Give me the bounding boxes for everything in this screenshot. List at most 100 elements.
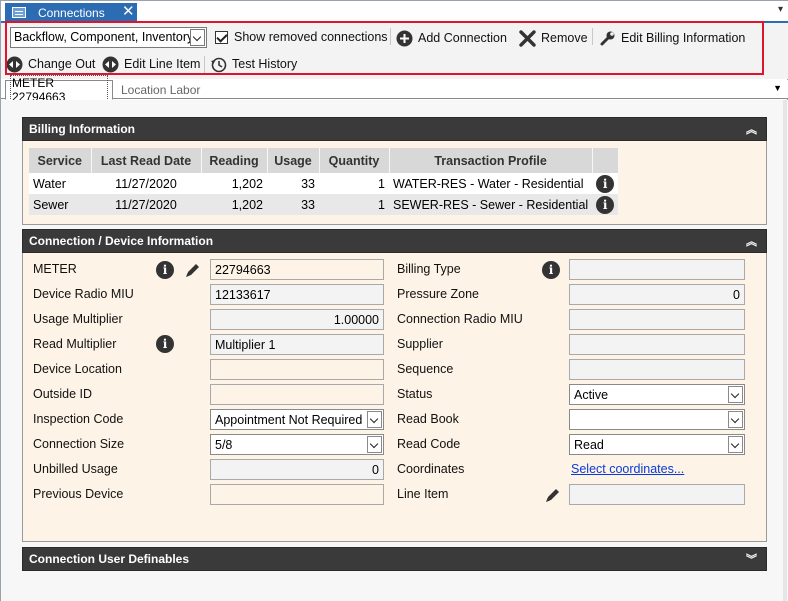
read-code-select[interactable]: Read [569, 434, 745, 455]
info-icon[interactable]: i [156, 261, 174, 279]
tab-overflow-icon[interactable]: ▾ [778, 4, 783, 15]
status-select[interactable]: Active [569, 384, 745, 405]
info-icon[interactable]: i [596, 195, 615, 214]
status-value: Active [574, 388, 609, 402]
add-connection-label: Add Connection [418, 31, 507, 45]
connection-size-label: Connection Size [33, 437, 125, 451]
device-location-field[interactable] [210, 359, 384, 380]
column-header [592, 148, 619, 173]
info-icon[interactable]: i [596, 174, 615, 193]
user-definables-panel-header[interactable]: Connection User Definables ︾ [22, 547, 767, 571]
sequence-field[interactable] [569, 359, 745, 380]
filter-combo[interactable]: Backflow, Component, Inventory [10, 27, 207, 48]
tab-meter[interactable]: METER 22794663 [5, 75, 113, 105]
test-history-button[interactable]: Test History [210, 54, 297, 74]
billing-type-field[interactable] [569, 259, 745, 280]
connection-panel-header[interactable]: Connection / Device Information ︽ [22, 229, 767, 253]
history-clock-icon [211, 57, 227, 72]
connection-radio-miu-field[interactable] [569, 309, 745, 330]
add-connection-button[interactable]: Add Connection [396, 28, 507, 48]
pencil-icon[interactable] [184, 261, 202, 279]
connections-window: Connections ✕ ▾ Backflow, Component, Inv… [0, 0, 788, 601]
window-icon [12, 7, 26, 18]
collapse-icon[interactable]: ︽ [746, 233, 757, 249]
change-out-button[interactable]: Change Out [6, 54, 95, 74]
expand-icon[interactable]: ︾ [746, 551, 757, 567]
inspection-code-select[interactable]: Appointment Not Required [210, 409, 384, 430]
billing-type-label: Billing Type [397, 262, 461, 276]
toolbar-separator [204, 56, 205, 73]
usage-multiplier-field[interactable]: 1.00000 [210, 309, 384, 330]
chevron-down-icon[interactable] [367, 411, 382, 428]
chevron-down-icon[interactable] [728, 386, 743, 403]
chevron-down-icon[interactable] [367, 436, 382, 453]
tab-menu-icon[interactable]: ▼ [773, 83, 782, 93]
remove-label: Remove [541, 31, 588, 45]
tab-location-labor[interactable]: Location Labor [116, 80, 205, 99]
vertical-scrollbar[interactable] [783, 100, 787, 601]
unbilled-usage-field[interactable]: 0 [210, 459, 384, 480]
billing-table: Service Last Read Date Reading Usage Qua… [29, 148, 619, 215]
info-icon[interactable]: i [156, 335, 174, 353]
table-cell: 11/27/2020 [91, 173, 201, 194]
edit-billing-button[interactable]: Edit Billing Information [599, 28, 745, 48]
usage-multiplier-label: Usage Multiplier [33, 312, 123, 326]
pencil-icon[interactable] [544, 486, 562, 504]
pressure-zone-field[interactable]: 0 [569, 284, 745, 305]
show-removed-checkbox[interactable]: Show removed connections [215, 27, 388, 47]
tab-connections-label: Connections [38, 6, 105, 20]
read-multiplier-field[interactable]: Multiplier 1 [210, 334, 384, 355]
column-header[interactable]: Usage [267, 148, 320, 173]
read-book-label: Read Book [397, 412, 459, 426]
supplier-label: Supplier [397, 337, 443, 351]
table-cell: 33 [267, 173, 319, 194]
connection-panel-title: Connection / Device Information [29, 234, 214, 248]
tab-location-labor-label: Location Labor [121, 82, 201, 97]
table-cell: SEWER-RES - Sewer - Residential [389, 194, 593, 215]
column-header[interactable]: Last Read Date [91, 148, 202, 173]
read-code-label: Read Code [397, 437, 461, 451]
previous-device-field[interactable] [210, 484, 384, 505]
table-row[interactable]: Sewer 11/27/2020 1,202 33 1 SEWER-RES - … [29, 194, 619, 215]
column-header[interactable]: Reading [201, 148, 268, 173]
info-icon[interactable]: i [542, 261, 560, 279]
inspection-code-label: Inspection Code [33, 412, 124, 426]
column-header[interactable]: Quantity [319, 148, 390, 173]
outside-id-field[interactable] [210, 384, 384, 405]
edit-line-item-button[interactable]: Edit Line Item [102, 54, 200, 74]
pressure-zone-label: Pressure Zone [397, 287, 479, 301]
billing-panel-header[interactable]: Billing Information ︽ [22, 117, 767, 141]
edit-billing-label: Edit Billing Information [621, 31, 746, 45]
chevron-down-icon[interactable] [728, 436, 743, 453]
read-book-select[interactable] [569, 409, 745, 430]
change-out-label: Change Out [28, 57, 96, 71]
meter-label: METER [33, 262, 77, 276]
checkbox-checked-icon[interactable] [215, 30, 228, 44]
meter-field[interactable]: 22794663 [210, 259, 384, 280]
remove-x-icon [519, 29, 536, 47]
table-cell: Sewer [29, 194, 91, 215]
connection-radio-miu-label: Connection Radio MIU [397, 312, 523, 326]
remove-button[interactable]: Remove [519, 28, 588, 48]
line-item-field[interactable] [569, 484, 745, 505]
collapse-icon[interactable]: ︽ [746, 121, 757, 137]
add-circle-icon [396, 30, 413, 46]
column-header[interactable]: Transaction Profile [389, 148, 593, 173]
status-label: Status [397, 387, 433, 401]
radio-miu-field[interactable]: 12133617 [210, 284, 384, 305]
device-location-label: Device Location [33, 362, 122, 376]
column-header[interactable]: Service [29, 148, 92, 173]
select-coordinates-link[interactable]: Select coordinates... [571, 462, 684, 476]
user-definables-panel-title: Connection User Definables [29, 552, 190, 566]
table-row[interactable]: Water 11/27/2020 1,202 33 1 WATER-RES - … [29, 173, 619, 194]
connection-size-value: 5/8 [215, 438, 233, 452]
chevron-down-icon[interactable] [190, 29, 205, 46]
table-cell: 1 [319, 173, 389, 194]
supplier-field[interactable] [569, 334, 745, 355]
connection-size-select[interactable]: 5/8 [210, 434, 384, 455]
tab-connections[interactable]: Connections ✕ [5, 3, 137, 23]
chevron-down-icon[interactable] [728, 411, 743, 428]
close-icon[interactable]: ✕ [122, 4, 135, 20]
read-code-value: Read [574, 438, 604, 452]
document-tab-strip: Connections ✕ ▾ [1, 1, 788, 23]
